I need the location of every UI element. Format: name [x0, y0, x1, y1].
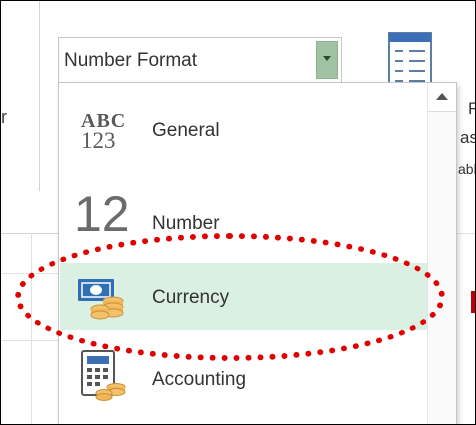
- cell-fragment-red: [471, 291, 475, 313]
- list-item-label: General: [152, 120, 220, 141]
- abc-123-icon: ABC 123: [81, 110, 127, 153]
- ribbon-right-text-fragment: abl: [458, 161, 476, 177]
- ribbon-right-text-fragment: F: [468, 99, 475, 119]
- ribbon-separator: [39, 1, 40, 191]
- number-12-icon: 12: [74, 186, 130, 242]
- list-item-currency[interactable]: Currency: [60, 263, 428, 330]
- ribbon-left-text-fragment: r: [1, 107, 7, 127]
- list-item-accounting[interactable]: Accounting: [60, 341, 428, 408]
- list-item-general[interactable]: ABC 123 General: [60, 97, 428, 164]
- number-format-dropdown: ABC 123 General 12 Number Currency Accou…: [58, 82, 457, 424]
- chevron-down-icon[interactable]: [316, 41, 338, 79]
- sheet-gridline: [1, 340, 58, 341]
- list-item-number[interactable]: 12 Number: [60, 179, 428, 246]
- accounting-icon: [80, 349, 128, 406]
- number-format-combobox[interactable]: Number Format: [58, 37, 342, 83]
- currency-icon: [76, 275, 126, 326]
- list-item-label: Currency: [152, 287, 230, 308]
- list-item-label: Accounting: [152, 369, 247, 390]
- ribbon-right-text-fragment: as: [460, 128, 475, 147]
- list-item-label: Number: [152, 213, 220, 234]
- sheet-gridline: [31, 233, 32, 424]
- sheet-gridline: [1, 273, 58, 274]
- screenshot-frame: r F as abl Number Format ABC 123: [0, 0, 476, 425]
- sheet-gridline: [457, 233, 475, 234]
- scroll-up-icon[interactable]: [428, 83, 456, 112]
- dropdown-scrollbar[interactable]: [427, 83, 456, 424]
- number-format-value: Number Format: [64, 50, 198, 71]
